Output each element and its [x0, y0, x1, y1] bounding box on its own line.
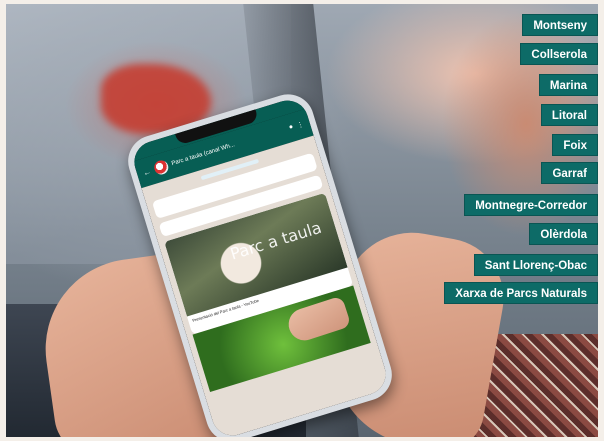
bell-icon: ● — [288, 123, 295, 132]
park-link-xarxa-de-parcs-naturals[interactable]: Xarxa de Parcs Naturals — [444, 282, 598, 304]
park-link-olerdola[interactable]: Olèrdola — [529, 223, 598, 245]
back-arrow-icon: ← — [141, 166, 153, 178]
park-link-foix[interactable]: Foix — [552, 134, 598, 156]
park-link-marina[interactable]: Marina — [538, 74, 598, 96]
more-vertical-icon: ⋮ — [296, 121, 305, 130]
park-link-montseny[interactable]: Montseny — [522, 14, 598, 36]
video-thumbnail-text: Parc a taula — [227, 217, 324, 264]
park-link-montnegre-corredor[interactable]: Montnegre-Corredor — [464, 194, 598, 216]
park-link-litoral[interactable]: Litoral — [540, 104, 598, 126]
channel-avatar — [152, 158, 171, 177]
park-link-garraf[interactable]: Garraf — [541, 162, 598, 184]
park-link-collserola[interactable]: Collserola — [520, 43, 598, 65]
park-link-sant-llorenc-obac[interactable]: Sant Llorenç-Obac — [473, 254, 598, 276]
park-link-list: Montseny Collserola Marina Litoral Foix … — [358, 14, 598, 314]
chat-header-icons: ● ⋮ — [288, 120, 305, 132]
